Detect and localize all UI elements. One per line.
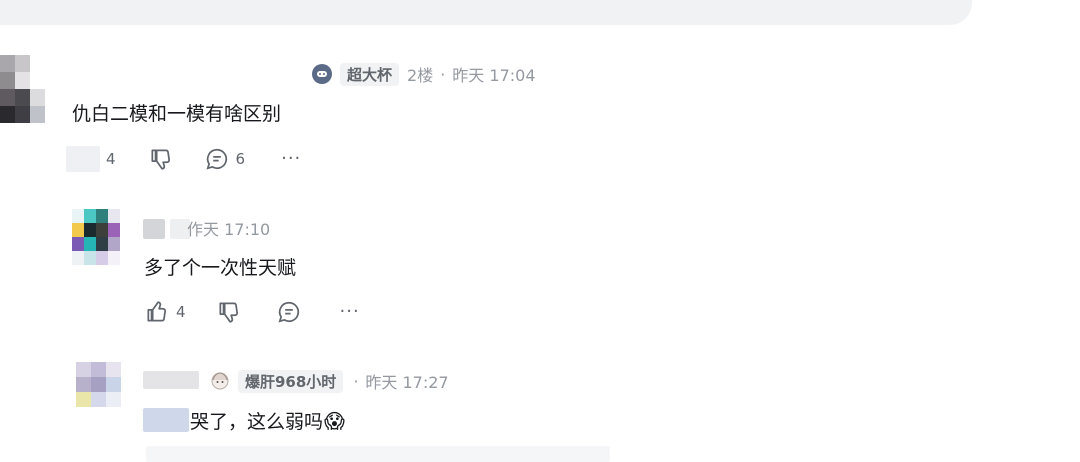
more-dots-icon[interactable]: ··· <box>281 150 301 168</box>
reply-count: 6 <box>235 150 246 168</box>
fan-badge[interactable]: 超大杯 <box>340 62 400 86</box>
previous-content-panel <box>0 0 972 25</box>
username[interactable] <box>143 219 165 239</box>
reply-bubble-icon[interactable] <box>276 299 302 325</box>
username[interactable] <box>143 371 199 389</box>
more-dots-icon[interactable]: ··· <box>340 303 360 321</box>
reply-text: 多了个一次性天赋 <box>144 257 297 279</box>
reply-text-body: 哭了，这么弱吗 <box>190 411 324 433</box>
thumb-down-icon[interactable] <box>148 146 174 172</box>
reply-time: 昨天 17:27 <box>365 373 449 392</box>
scream-emoji-icon: 😱 <box>324 408 345 433</box>
reply-bubble-icon[interactable] <box>204 146 230 172</box>
next-content-placeholder <box>146 446 610 462</box>
comment-actions: 4 6 ··· <box>66 146 301 172</box>
thumb-up-icon[interactable] <box>144 299 170 325</box>
avatar[interactable] <box>76 362 121 407</box>
like-count: 4 <box>106 150 116 168</box>
avatar[interactable] <box>72 209 120 265</box>
like-count: 4 <box>176 303 186 321</box>
comment-text: 仇白二模和一模有啥区别 <box>72 103 282 125</box>
reply-time: 作天 17:10 <box>187 216 270 240</box>
thumb-down-icon[interactable] <box>216 299 242 325</box>
reply-mention[interactable] <box>143 408 189 432</box>
comment-meta: 超大杯 2楼 · 昨天 17:04 <box>312 62 536 86</box>
reply-time-text: 作天 17:10 <box>187 220 271 239</box>
comment-time: 昨天 17:04 <box>452 66 536 85</box>
reply-text: 哭了，这么弱吗 😱 <box>190 407 345 434</box>
like-button[interactable] <box>66 146 100 172</box>
reply-meta: 爆肝968小时 · 昨天 17:27 <box>208 369 449 393</box>
avatar[interactable] <box>0 55 45 123</box>
floor-number: 2楼 <box>407 66 434 85</box>
gamepad-medal-icon <box>312 64 332 84</box>
fan-badge[interactable]: 爆肝968小时 <box>238 369 344 393</box>
reply-actions: 4 ··· <box>144 299 360 325</box>
anime-girl-medal-icon <box>208 370 232 392</box>
